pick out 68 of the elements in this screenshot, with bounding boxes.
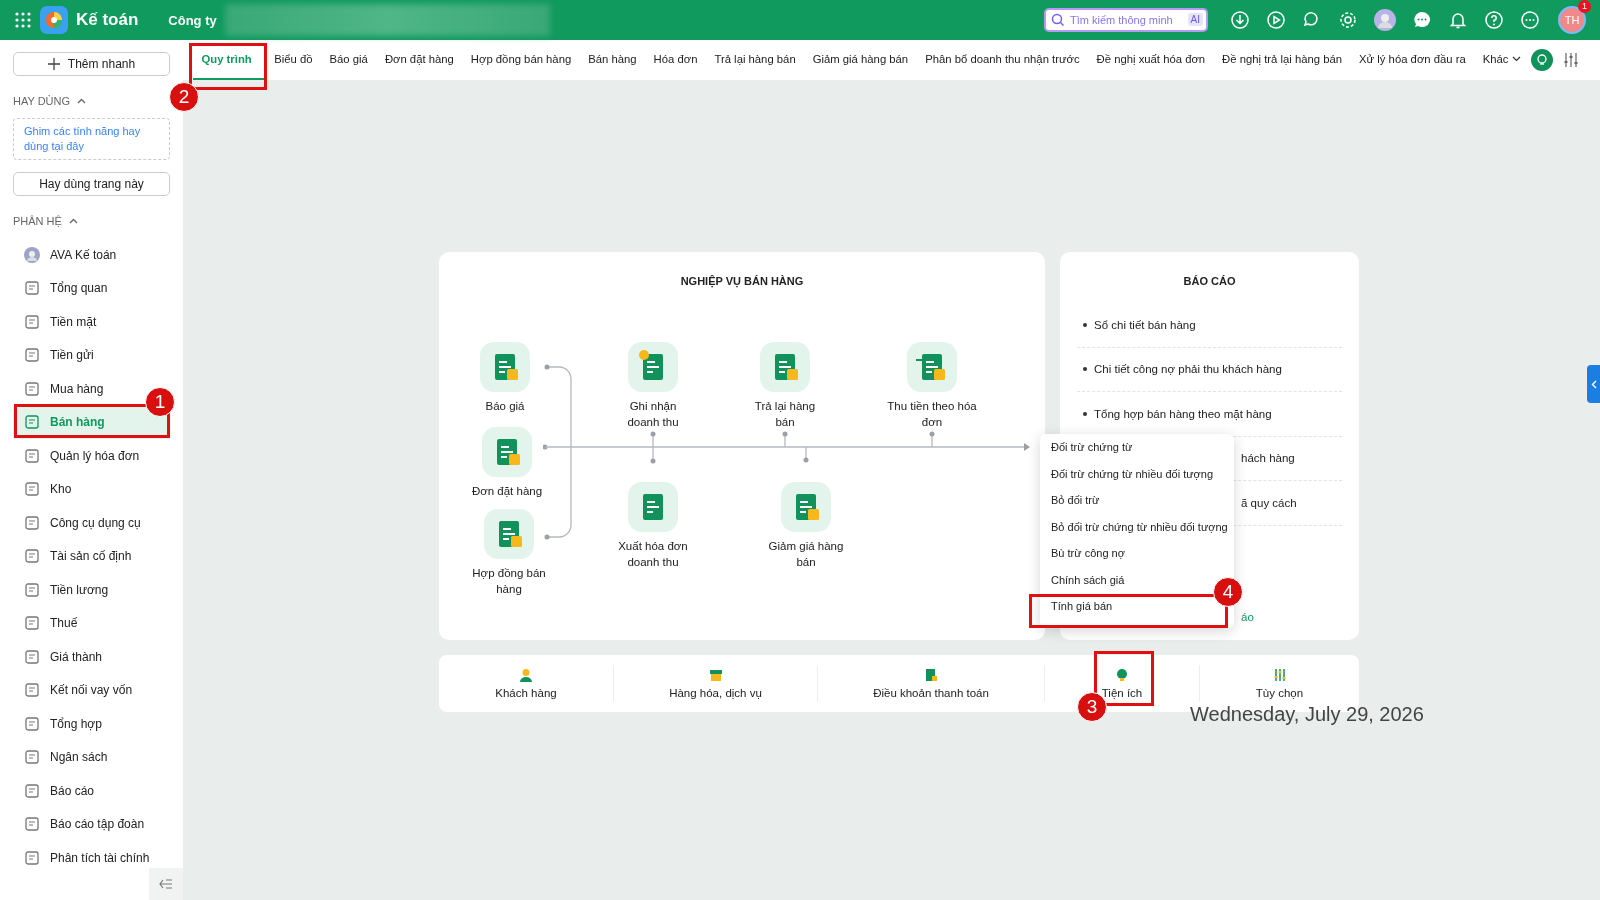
add-favorite-button[interactable]: Hay dùng trang này [13,172,170,196]
report-link[interactable]: ã quy cách [1241,496,1297,509]
tab[interactable]: Quy trình [193,40,266,80]
company-name[interactable]: Công ty [168,12,217,28]
sidebar-item[interactable]: Mua hàng [13,372,115,406]
menu-item[interactable]: Đối trừ chứng từ [1051,434,1133,461]
card-title: NGHIỆP VỤ BÁN HÀNG [679,274,805,287]
quick-add-button[interactable]: Thêm nhanh [13,52,170,76]
tab[interactable]: Đề nghị trả lại hàng bán [1213,40,1351,80]
shortcut-button[interactable]: Khách hàng [439,665,614,702]
tab[interactable]: Phân bổ doanh thu nhận trước [916,40,1089,80]
sidebar-item[interactable]: AVA Kế toán [13,238,128,272]
process-node[interactable]: Trả lại hàng bán [745,342,825,430]
sidebar-item[interactable]: Tiền mặt [13,305,108,339]
menu-item[interactable]: Tính giá bán [1051,593,1113,620]
menu-item[interactable]: Bù trừ công nợ [1051,540,1125,567]
report-link[interactable]: Chi tiết công nợ phải thu khách hàng [1094,363,1282,376]
card-title: BÁO CÁO [1182,274,1237,287]
tab[interactable]: Biểu đồ [265,40,322,80]
tab[interactable]: Giảm giá hàng bán [804,40,917,80]
sidebar-item[interactable]: Kết nối vay vốn [13,673,144,707]
more-tab[interactable]: Khác [1474,40,1529,80]
sidebar-item[interactable]: Báo cáo [13,774,106,808]
date-text: Wednesday, July 29, 2026 [1190,703,1424,726]
tab[interactable]: Bán hàng [579,40,646,80]
section-header[interactable]: PHÂN HỆ [13,215,170,227]
sidebar-item[interactable]: Phân tích tài chính [13,841,161,875]
sidebar-item[interactable]: Giá thành [13,640,114,674]
app-title: Kế toán [76,10,139,30]
report-link[interactable]: hách hàng [1241,452,1295,465]
sidebar-item[interactable]: Tổng quan [13,271,119,305]
process-node[interactable]: Đơn đặt hàng [457,427,557,499]
process-node[interactable]: Hợp đồng bán hàng [469,509,549,597]
more-reports-link[interactable]: áo [1241,610,1254,623]
pin-hint-box: Ghim các tính năng hay dùng tại đây [13,118,170,160]
process-node[interactable]: Giảm giá hàng bán [766,482,846,570]
sidebar-item[interactable]: Tiền lương [13,573,120,607]
sidebar-item[interactable]: Công cụ dụng cụ [13,506,152,540]
report-link[interactable]: Tổng hợp bán hàng theo mặt hàng [1094,407,1272,420]
tab[interactable]: Đơn đặt hàng [376,40,463,80]
report-link[interactable]: Sổ chi tiết bán hàng [1094,318,1196,331]
sidebar-item[interactable]: Thuế [13,606,89,640]
process-node[interactable]: Thu tiền theo hóa đơn [887,342,977,430]
sidebar-item[interactable]: Ngân sách [13,740,119,774]
sidebar-item[interactable]: Tiền gửi [13,338,105,372]
menu-item[interactable]: Chính sách giá [1051,566,1125,593]
process-node[interactable]: Ghi nhận doanh thu [613,342,693,430]
section-header[interactable]: HAY DÙNG [13,95,170,107]
sidebar-item[interactable]: Quản lý hóa đơn [13,439,151,473]
sidebar-item[interactable]: Tổng hợp [13,707,113,741]
notification-badge: 1 [1578,0,1591,13]
menu-item[interactable]: Bỏ đối trừ chứng từ nhiều đối tượng [1051,513,1228,540]
process-node[interactable]: Báo giá [460,342,550,414]
tab[interactable]: Hợp đồng bán hàng [462,40,580,80]
sidebar-item[interactable]: Kho [13,472,83,506]
tab[interactable]: Đề nghị xuất hóa đơn [1088,40,1214,80]
shortcut-button[interactable]: Điều khoản thanh toán [818,665,1045,702]
sidebar-item[interactable]: Tài sản cố định [13,539,143,573]
tab[interactable]: Xử lý hóa đơn đầu ra [1350,40,1475,80]
tab[interactable]: Báo giá [321,40,377,80]
shortcut-button[interactable]: Hàng hóa, dịch vụ [614,665,818,702]
sidebar-item[interactable]: Báo cáo tập đoàn [13,807,156,841]
tab[interactable]: Trả lại hàng bán [705,40,805,80]
menu-item[interactable]: Đối trừ chứng từ nhiều đối tượng [1051,460,1214,487]
tab[interactable]: Hóa đơn [645,40,706,80]
menu-item[interactable]: Bỏ đối trừ [1051,487,1100,514]
shortcut-button[interactable]: Tùy chọn [1200,665,1359,702]
process-node[interactable]: Xuất hóa đơn doanh thu [608,482,698,570]
